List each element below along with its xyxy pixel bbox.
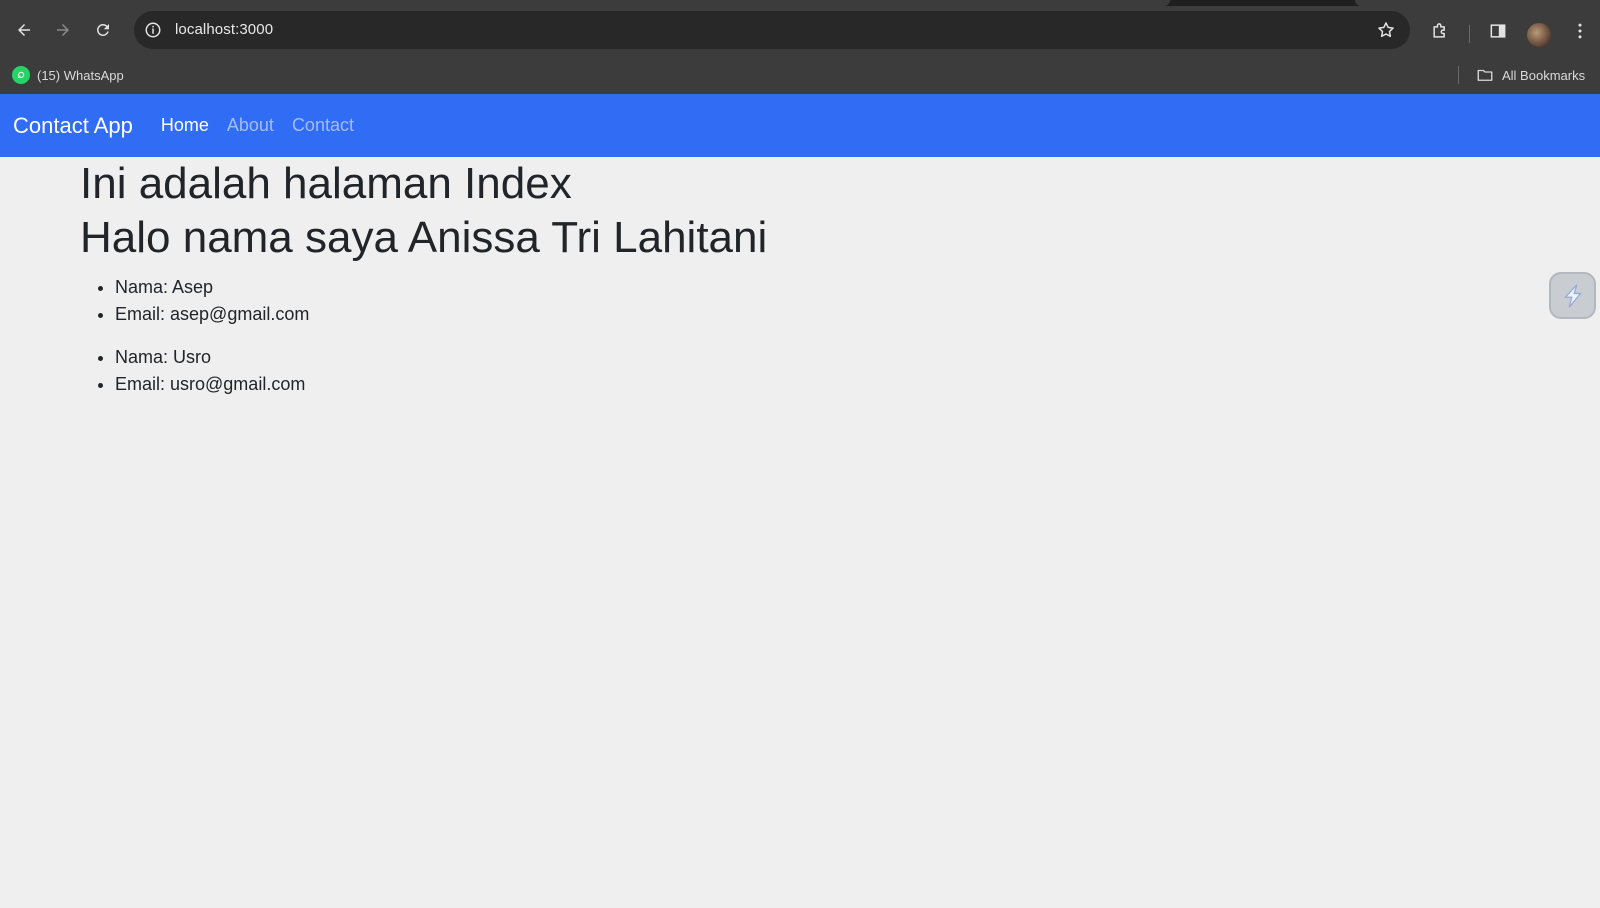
- contact-name: Nama: Usro: [115, 344, 1380, 371]
- browser-toolbar: localhost:3000: [0, 6, 1600, 56]
- nav-links: Home About Contact: [161, 115, 354, 136]
- contact-name: Nama: Asep: [115, 274, 1380, 301]
- app-navbar: Contact App Home About Contact: [0, 94, 1600, 157]
- bookmark-whatsapp[interactable]: (15) WhatsApp: [12, 63, 124, 87]
- extensions-button[interactable]: [1428, 19, 1452, 43]
- all-bookmarks-button[interactable]: All Bookmarks: [1476, 63, 1585, 87]
- back-button[interactable]: [10, 16, 38, 44]
- bookmarks-bar: (15) WhatsApp All Bookmarks: [0, 56, 1600, 94]
- bookmarks-divider: [1458, 66, 1459, 84]
- reload-icon: [96, 23, 109, 36]
- folder-icon: [1477, 69, 1493, 81]
- main-content: Ini adalah halaman Index Halo nama saya …: [80, 157, 1380, 398]
- arrow-right-icon: [57, 24, 69, 36]
- reload-button[interactable]: [89, 16, 117, 44]
- contact-email: Email: usro@gmail.com: [115, 371, 1380, 398]
- puzzle-icon: [1433, 23, 1445, 38]
- all-bookmarks-label: All Bookmarks: [1502, 67, 1586, 83]
- greeting-heading: Halo nama saya Anissa Tri Lahitani: [80, 212, 768, 262]
- forward-button[interactable]: [49, 16, 77, 44]
- contact-email: Email: asep@gmail.com: [115, 301, 1380, 328]
- floating-extension-button[interactable]: [1549, 272, 1596, 319]
- contact-list: Nama: Usro Email: usro@gmail.com: [80, 344, 1380, 398]
- nav-link-contact[interactable]: Contact: [292, 115, 354, 136]
- arrow-left-icon: [18, 24, 30, 36]
- page-title: Ini adalah halaman Index: [80, 159, 572, 208]
- side-panel-icon: [1490, 24, 1506, 38]
- side-panel-button[interactable]: [1486, 19, 1510, 43]
- more-vertical-icon: [1578, 23, 1582, 39]
- bookmark-star-icon[interactable]: [1376, 20, 1396, 40]
- profile-avatar[interactable]: [1527, 23, 1551, 47]
- browser-menu-button[interactable]: [1568, 19, 1592, 43]
- navbar-brand[interactable]: Contact App: [13, 113, 133, 139]
- lightning-icon: [1563, 283, 1582, 308]
- whatsapp-icon: [12, 66, 30, 84]
- nav-link-home[interactable]: Home: [161, 115, 209, 136]
- bookmark-label: (15) WhatsApp: [37, 67, 124, 83]
- contact-list: Nama: Asep Email: asep@gmail.com: [80, 274, 1380, 328]
- toolbar-divider: [1469, 25, 1470, 43]
- url-text[interactable]: localhost:3000: [175, 21, 273, 38]
- site-info-icon[interactable]: [144, 21, 162, 39]
- nav-link-about[interactable]: About: [227, 115, 274, 136]
- address-bar[interactable]: localhost:3000: [134, 11, 1410, 49]
